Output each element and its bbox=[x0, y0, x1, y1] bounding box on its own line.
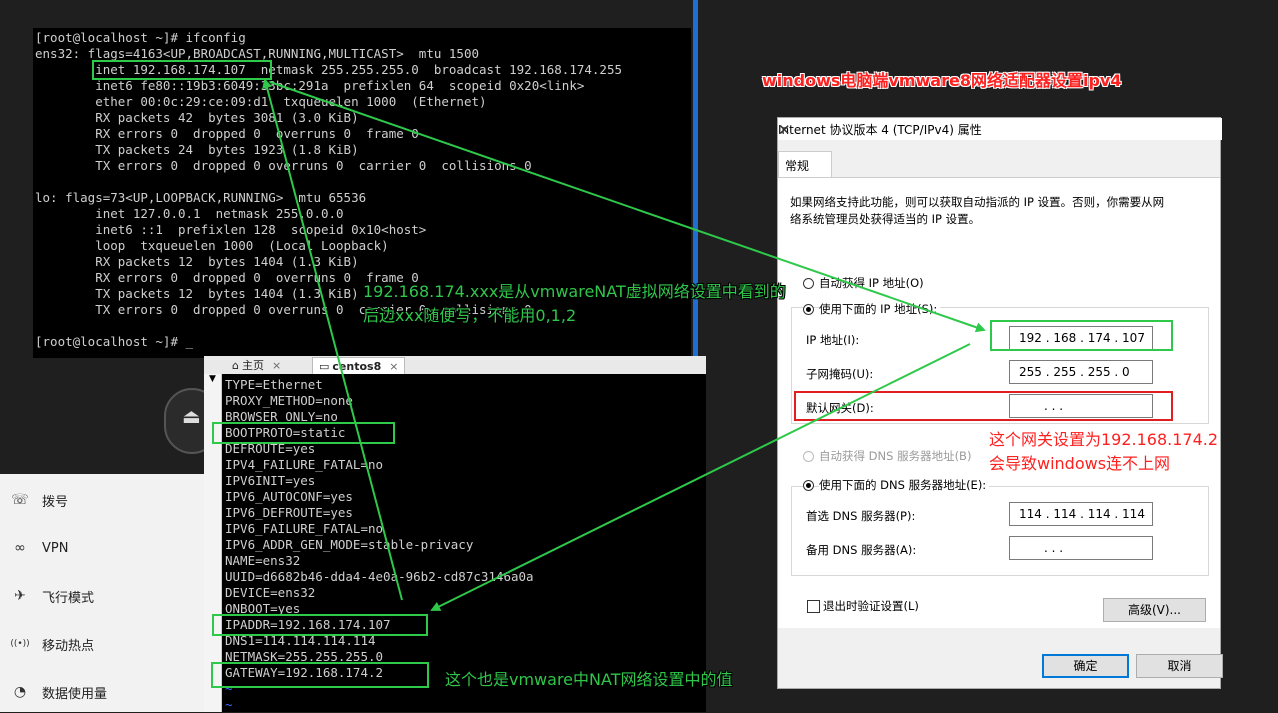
arrow-ipaddr-to-inet bbox=[262, 78, 403, 601]
annotation-gateway-2: 会导致windows连不上网 bbox=[989, 454, 1171, 473]
annotation-title: windows电脑端vmware8网络适配器设置ipv4 bbox=[762, 71, 1122, 90]
annotation-nat-gateway: 这个也是vmware中NAT网络设置中的值 bbox=[445, 670, 733, 689]
annotation-ip-range-1: 192.168.174.xxx是从vmwareNAT虚拟网络设置中看到的 bbox=[363, 282, 786, 301]
annotation-gateway-1: 这个网关设置为192.168.174.2 bbox=[989, 430, 1219, 449]
annotation-arrows bbox=[262, 78, 986, 611]
annotation-ip-range-2: 后边xxx随便写，不能用0,1,2 bbox=[363, 306, 577, 325]
arrow-ip-to-ipaddr bbox=[430, 343, 971, 611]
